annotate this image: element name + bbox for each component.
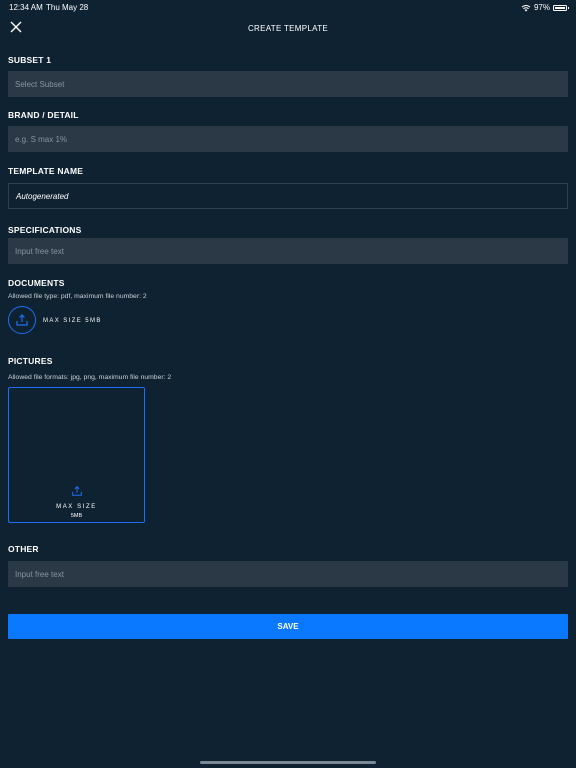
picture-upload-box[interactable]: MAX SIZE 5MB (8, 387, 145, 523)
page-title: CREATE TEMPLATE (247, 24, 329, 33)
document-upload-button[interactable] (8, 306, 36, 334)
document-upload-label: MAX SIZE 5MB (43, 318, 102, 324)
battery-percent: 97% (533, 3, 550, 12)
brand-label: BRAND / DETAIL (8, 110, 79, 120)
status-right: 97% (521, 3, 569, 12)
home-indicator[interactable] (200, 761, 376, 764)
pictures-helper: Allowed file formats: jpg, png, maximum … (8, 374, 172, 381)
wifi-icon (521, 4, 531, 11)
picture-size-label: 5MB (70, 513, 83, 519)
other-label: OTHER (8, 544, 39, 554)
pictures-label: PICTURES (8, 356, 53, 366)
upload-icon (16, 314, 28, 326)
subset-select[interactable]: Select Subset (8, 71, 568, 97)
battery-icon (553, 4, 569, 11)
upload-icon (72, 485, 82, 496)
documents-label: DOCUMENTS (8, 278, 65, 288)
specifications-label: SPECIFICATIONS (8, 225, 82, 235)
template-name-field[interactable]: Autogenerated (8, 183, 568, 209)
save-button[interactable]: SAVE (8, 614, 568, 639)
template-name-label: TEMPLATE NAME (8, 166, 84, 176)
status-date: Thu May 28 (46, 3, 89, 12)
nav-bar: CREATE TEMPLATE (0, 14, 576, 42)
subset-label: SUBSET 1 (8, 55, 52, 65)
status-time: 12:34 AM (9, 3, 43, 12)
other-input[interactable]: Input free text (8, 561, 568, 587)
brand-input[interactable]: e.g. S max 1% (8, 126, 568, 152)
status-bar: 12:34 AM Thu May 28 97% (0, 0, 576, 14)
picture-max-label: MAX SIZE (56, 504, 97, 510)
specifications-input[interactable]: Input free text (8, 238, 568, 264)
documents-helper: Allowed file type: pdf, maximum file num… (8, 293, 147, 300)
